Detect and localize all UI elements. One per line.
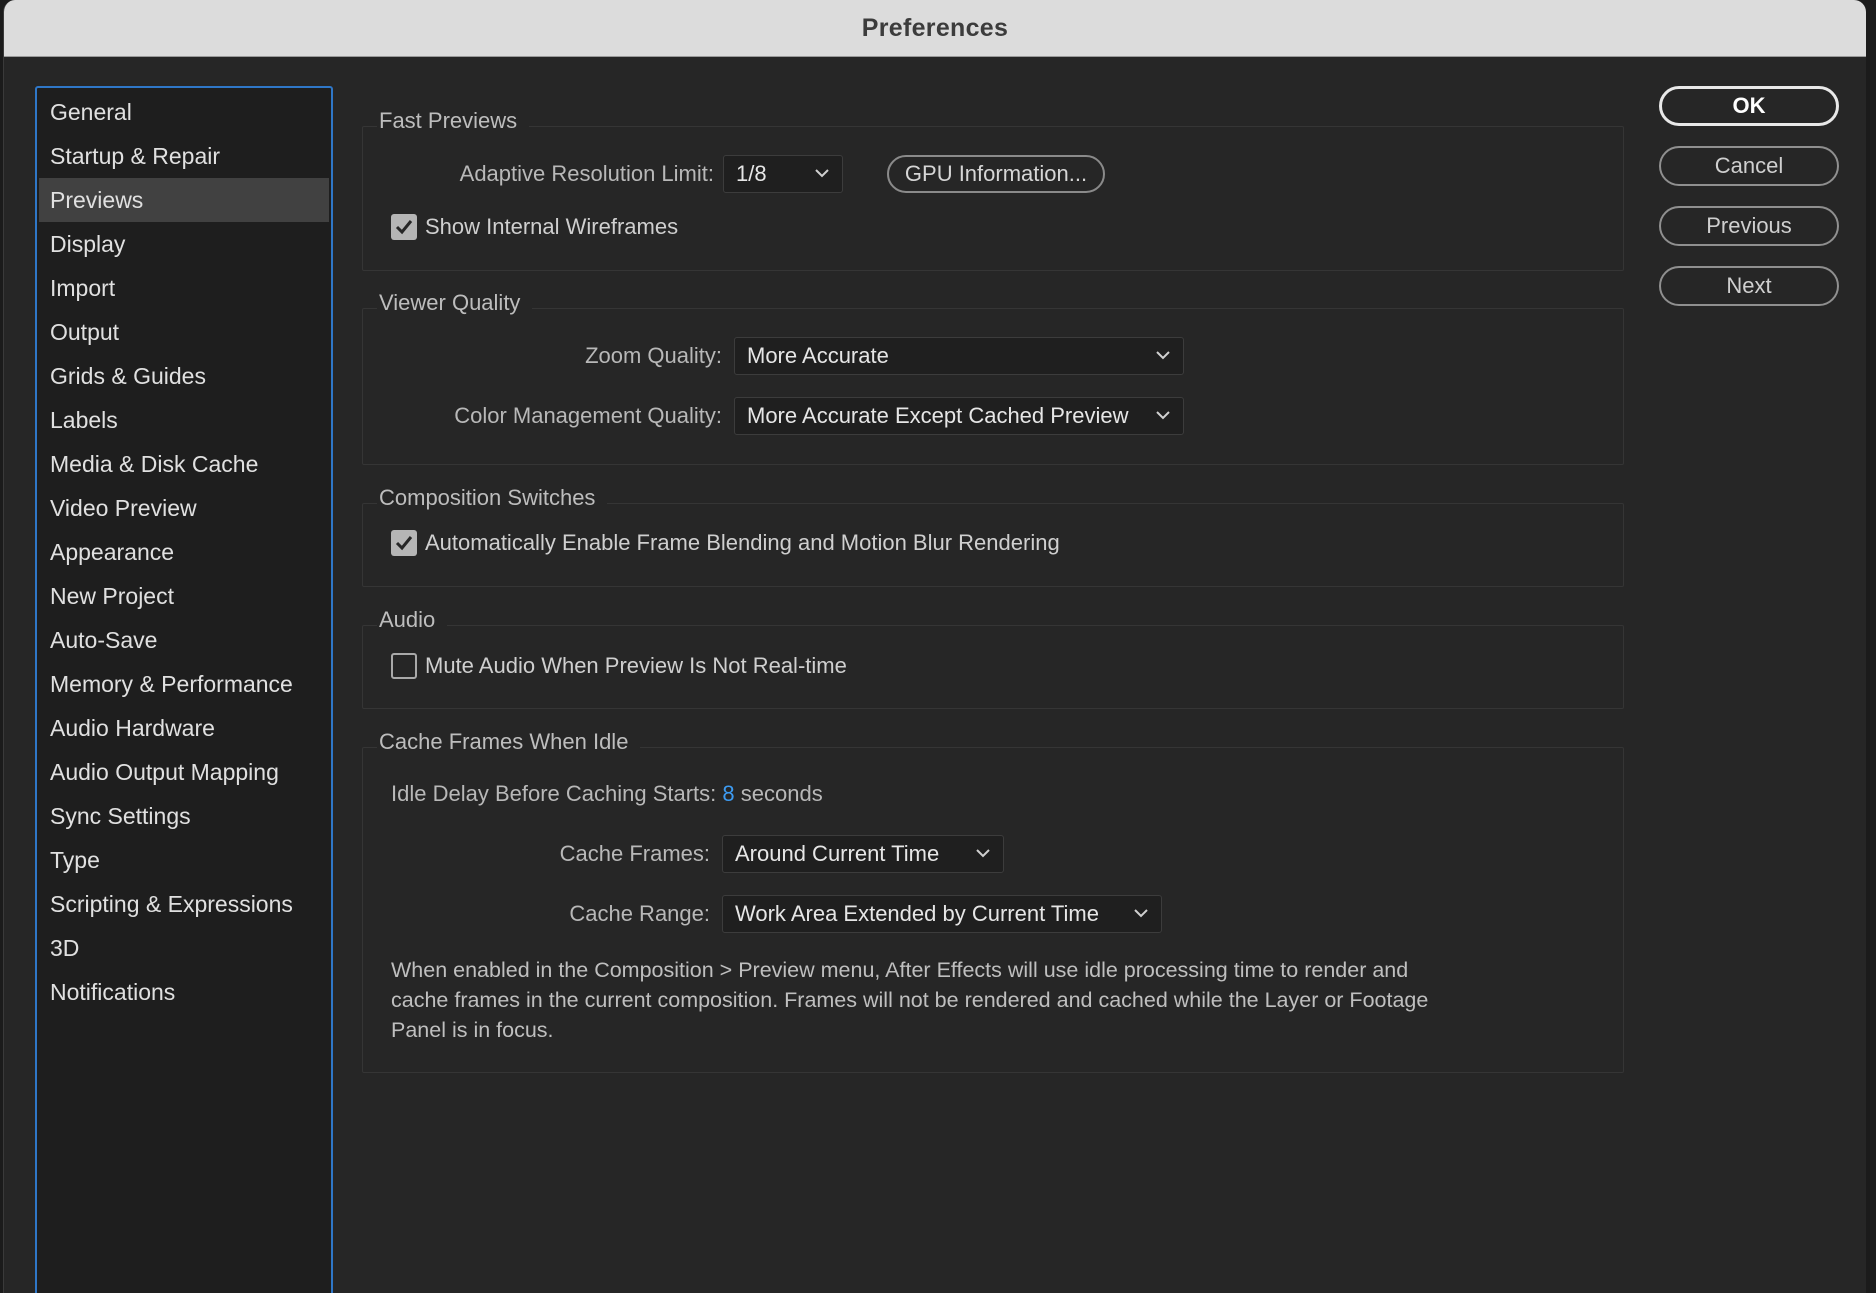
show-wireframes-checkbox[interactable]	[391, 214, 417, 240]
sidebar-item-startup-repair[interactable]: Startup & Repair	[39, 134, 329, 178]
sidebar-item-output[interactable]: Output	[39, 310, 329, 354]
description-line: cache frames in the current composition.…	[391, 988, 1429, 1012]
viewer-quality-title: Viewer Quality	[377, 289, 533, 317]
sidebar-item-media-disk-cache[interactable]: Media & Disk Cache	[39, 442, 329, 486]
sidebar-item-previews[interactable]: Previews	[39, 178, 329, 222]
checkmark-icon	[395, 536, 413, 551]
sidebar-item-new-project[interactable]: New Project	[39, 574, 329, 618]
zoom-quality-value: More Accurate	[747, 343, 889, 368]
frame-blending-label: Automatically Enable Frame Blending and …	[425, 530, 1060, 555]
chevron-down-icon	[1156, 351, 1170, 360]
cache-idle-description: When enabled in the Composition > Previe…	[391, 955, 1511, 1045]
window-title: Preferences	[861, 13, 1009, 42]
sidebar-item-audio-output-mapping[interactable]: Audio Output Mapping	[39, 750, 329, 794]
adaptive-resolution-label: Adaptive Resolution Limit:	[459, 161, 714, 186]
description-line: Panel is in focus.	[391, 1018, 554, 1042]
zoom-quality-select[interactable]: More Accurate	[734, 337, 1184, 375]
cache-frames-select[interactable]: Around Current Time	[722, 835, 1004, 873]
color-management-label: Color Management Quality:	[454, 403, 722, 428]
sidebar-item-import[interactable]: Import	[39, 266, 329, 310]
color-management-select[interactable]: More Accurate Except Cached Preview	[734, 397, 1184, 435]
chevron-down-icon	[1156, 411, 1170, 420]
preferences-sidebar: General Startup & Repair Previews Displa…	[35, 86, 333, 1293]
next-button[interactable]: Next	[1659, 266, 1839, 306]
sidebar-item-sync-settings[interactable]: Sync Settings	[39, 794, 329, 838]
sidebar-item-memory-performance[interactable]: Memory & Performance	[39, 662, 329, 706]
gpu-information-button[interactable]: GPU Information...	[887, 155, 1105, 193]
mute-audio-label: Mute Audio When Preview Is Not Real-time	[425, 653, 847, 678]
sidebar-item-audio-hardware[interactable]: Audio Hardware	[39, 706, 329, 750]
sidebar-item-3d[interactable]: 3D	[39, 926, 329, 970]
sidebar-item-video-preview[interactable]: Video Preview	[39, 486, 329, 530]
mute-audio-checkbox[interactable]	[391, 653, 417, 679]
color-management-value: More Accurate Except Cached Preview	[747, 403, 1129, 428]
sidebar-item-auto-save[interactable]: Auto-Save	[39, 618, 329, 662]
composition-switches-title: Composition Switches	[377, 484, 608, 512]
chevron-down-icon	[976, 849, 990, 858]
cache-frames-label: Cache Frames:	[559, 841, 710, 866]
sidebar-item-grids-guides[interactable]: Grids & Guides	[39, 354, 329, 398]
cache-frames-idle-title: Cache Frames When Idle	[377, 728, 641, 756]
previous-button[interactable]: Previous	[1659, 206, 1839, 246]
fast-previews-title: Fast Previews	[377, 107, 530, 135]
cancel-button[interactable]: Cancel	[1659, 146, 1839, 186]
sidebar-item-labels[interactable]: Labels	[39, 398, 329, 442]
sidebar-item-type[interactable]: Type	[39, 838, 329, 882]
adaptive-resolution-select[interactable]: 1/8	[723, 155, 843, 193]
sidebar-item-display[interactable]: Display	[39, 222, 329, 266]
frame-blending-checkbox[interactable]	[391, 530, 417, 556]
idle-delay-label: Idle Delay Before Caching Starts:	[391, 781, 717, 806]
chevron-down-icon	[1134, 909, 1148, 918]
sidebar-item-appearance[interactable]: Appearance	[39, 530, 329, 574]
viewer-quality-group: Viewer Quality	[362, 289, 1624, 465]
ok-button[interactable]: OK	[1659, 86, 1839, 126]
show-wireframes-label: Show Internal Wireframes	[425, 214, 679, 239]
zoom-quality-label: Zoom Quality:	[585, 343, 722, 368]
sidebar-item-notifications[interactable]: Notifications	[39, 970, 329, 1014]
cache-frames-value: Around Current Time	[735, 841, 940, 866]
fast-previews-group: Fast Previews	[362, 107, 1624, 271]
idle-delay-unit: seconds	[740, 781, 823, 806]
cache-range-value: Work Area Extended by Current Time	[735, 901, 1099, 926]
description-line: When enabled in the Composition > Previe…	[391, 958, 1409, 982]
adaptive-resolution-value: 1/8	[736, 161, 767, 186]
preferences-window: Preferences General Startup & Repair Pre…	[3, 0, 1866, 1293]
idle-delay-value[interactable]: 8	[722, 781, 734, 806]
sidebar-item-scripting-expressions[interactable]: Scripting & Expressions	[39, 882, 329, 926]
title-bar[interactable]: Preferences	[4, 0, 1866, 57]
cache-range-select[interactable]: Work Area Extended by Current Time	[722, 895, 1162, 933]
checkmark-icon	[395, 220, 413, 235]
idle-delay-row: Idle Delay Before Caching Starts: 8 seco…	[391, 775, 823, 813]
audio-title: Audio	[377, 606, 448, 634]
chevron-down-icon	[815, 169, 829, 178]
sidebar-item-general[interactable]: General	[39, 90, 329, 134]
cache-range-label: Cache Range:	[569, 901, 710, 926]
